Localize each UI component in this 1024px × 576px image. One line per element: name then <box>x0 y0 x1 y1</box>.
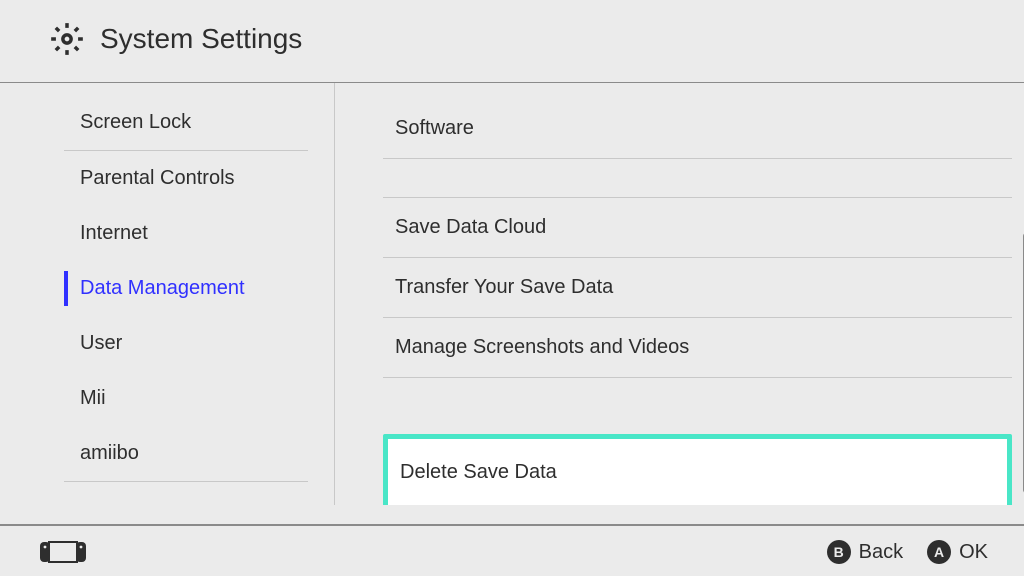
main-item-transfer-save-data[interactable]: Transfer Your Save Data <box>383 258 1012 318</box>
b-button-icon: B <box>827 540 851 564</box>
gear-icon <box>48 20 86 58</box>
footer-actions: B Back A OK <box>827 540 988 564</box>
sidebar-item-mii[interactable]: Mii <box>64 371 308 426</box>
main-item-save-data-cloud[interactable]: Save Data Cloud <box>383 197 1012 258</box>
back-label: Back <box>859 541 903 564</box>
main-panel: Software Save Data Cloud Transfer Your S… <box>335 83 1024 505</box>
a-button-icon: A <box>927 540 951 564</box>
content-area: Screen Lock Parental Controls Internet D… <box>0 83 1024 505</box>
ok-button[interactable]: A OK <box>927 540 988 564</box>
header: System Settings <box>0 0 1024 83</box>
sidebar-item-amiibo[interactable]: amiibo <box>64 426 308 481</box>
sidebar: Screen Lock Parental Controls Internet D… <box>0 83 335 505</box>
main-item-delete-save-data[interactable]: Delete Save Data <box>383 434 1012 505</box>
page-title: System Settings <box>100 23 302 55</box>
sidebar-item-internet[interactable]: Internet <box>64 206 308 261</box>
ok-label: OK <box>959 541 988 564</box>
sidebar-item-data-management[interactable]: Data Management <box>64 261 308 316</box>
spacer <box>383 159 1012 197</box>
sidebar-item-user[interactable]: User <box>64 316 308 371</box>
back-button[interactable]: B Back <box>827 540 903 564</box>
main-item-manage-screenshots[interactable]: Manage Screenshots and Videos <box>383 318 1012 378</box>
console-icon[interactable] <box>40 540 86 564</box>
footer: B Back A OK <box>0 524 1024 576</box>
sidebar-item-parental-controls[interactable]: Parental Controls <box>64 151 308 206</box>
sidebar-divider <box>64 481 308 482</box>
sidebar-item-screen-lock[interactable]: Screen Lock <box>64 95 308 150</box>
main-item-software[interactable]: Software <box>383 99 1012 159</box>
